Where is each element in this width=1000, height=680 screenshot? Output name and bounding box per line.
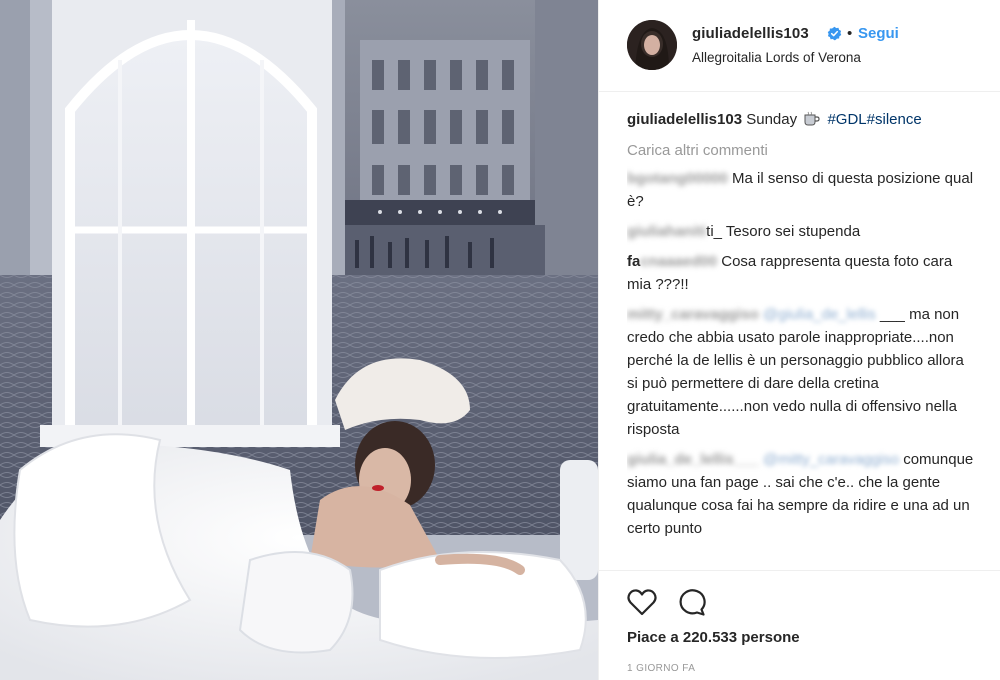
follow-button[interactable]: Segui — [858, 25, 899, 42]
post-caption: giuliadelellis103 Sunday #GDL#silence — [627, 108, 977, 131]
comment-item: bgotang00000 Ma il senso di questa posiz… — [627, 167, 977, 213]
caption-hashtags[interactable]: #GDL#silence — [827, 111, 921, 128]
comment-mention[interactable]: @mitty_caravaggiso — [763, 451, 899, 468]
comment-mention[interactable]: @giulia_de_lellis — [763, 306, 876, 323]
author-username[interactable]: giuliadelellis103 — [692, 25, 809, 42]
comments-list[interactable]: giuliadelellis103 Sunday #GDL#silence Ca… — [627, 108, 977, 570]
verified-badge-icon — [827, 26, 842, 41]
likes-count[interactable]: Piace a 220.533 persone — [627, 629, 800, 646]
comment-text: ti_ Tesoro sei stupenda — [706, 223, 861, 240]
comment-item: giuliahanititi_ Tesoro sei stupenda — [627, 220, 977, 243]
comment-username[interactable]: giuliahaniti — [627, 223, 706, 240]
coffee-icon — [804, 111, 820, 126]
post-header: giuliadelellis103 • Segui Allegroitalia … — [599, 0, 1000, 92]
post-location[interactable]: Allegroitalia Lords of Verona — [692, 50, 861, 65]
comment-item: mitty_caravaggiso @giulia_de_lellis ___ … — [627, 303, 977, 441]
comment-username[interactable]: fa — [627, 253, 640, 270]
heart-icon[interactable] — [627, 588, 657, 616]
caption-username[interactable]: giuliadelellis103 — [627, 111, 742, 128]
post-actions: Piace a 220.533 persone 1 GIORNO FA — [599, 570, 1000, 680]
avatar-image — [627, 20, 677, 70]
comment-username[interactable]: giulia_de_lellis___ — [627, 451, 759, 468]
avatar[interactable] — [627, 20, 677, 70]
comment-username[interactable]: bgotang00000 — [627, 170, 728, 187]
caption-text: Sunday — [746, 111, 798, 128]
header-separator: • — [847, 25, 853, 42]
post-side-panel: giuliadelellis103 • Segui Allegroitalia … — [598, 0, 1000, 680]
comment-item: giulia_de_lellis___ @mitty_caravaggiso c… — [627, 448, 977, 540]
post-image — [0, 0, 598, 680]
comment-username-blurred[interactable]: cnaaaed00 — [640, 253, 717, 270]
comment-bubble-icon[interactable] — [677, 588, 707, 616]
instagram-post: giuliadelellis103 • Segui Allegroitalia … — [0, 0, 1000, 680]
load-more-comments-button[interactable]: Carica altri commenti — [627, 139, 977, 162]
comment-text: ___ ma non credo che abbia usato parole … — [627, 306, 964, 438]
post-photo[interactable] — [0, 0, 598, 680]
post-timestamp[interactable]: 1 GIORNO FA — [627, 663, 695, 674]
comment-item: facnaaaed00 Cosa rappresenta questa foto… — [627, 250, 977, 296]
comment-username[interactable]: mitty_caravaggiso — [627, 306, 759, 323]
